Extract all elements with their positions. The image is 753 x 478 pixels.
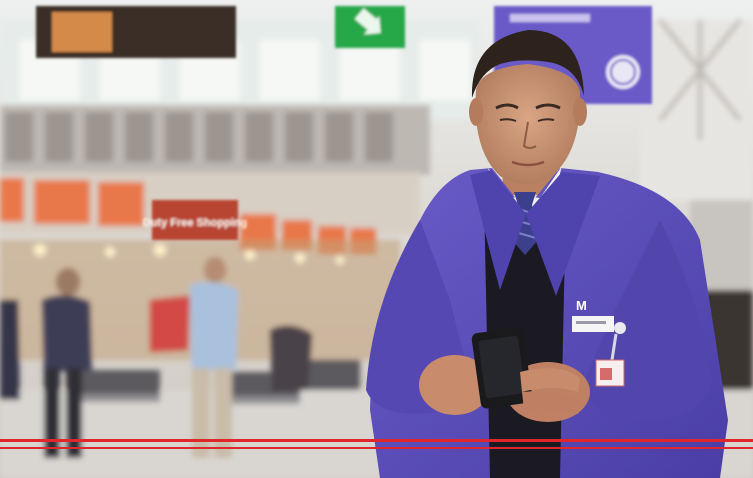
airport-photo: Duty Free Shopping M bbox=[0, 0, 753, 478]
badge-letter: M bbox=[576, 298, 587, 313]
red-accent-stripe-top bbox=[0, 439, 753, 442]
shop-sign-text: Duty Free Shopping bbox=[143, 217, 248, 229]
red-accent-stripe-bottom bbox=[0, 447, 753, 449]
